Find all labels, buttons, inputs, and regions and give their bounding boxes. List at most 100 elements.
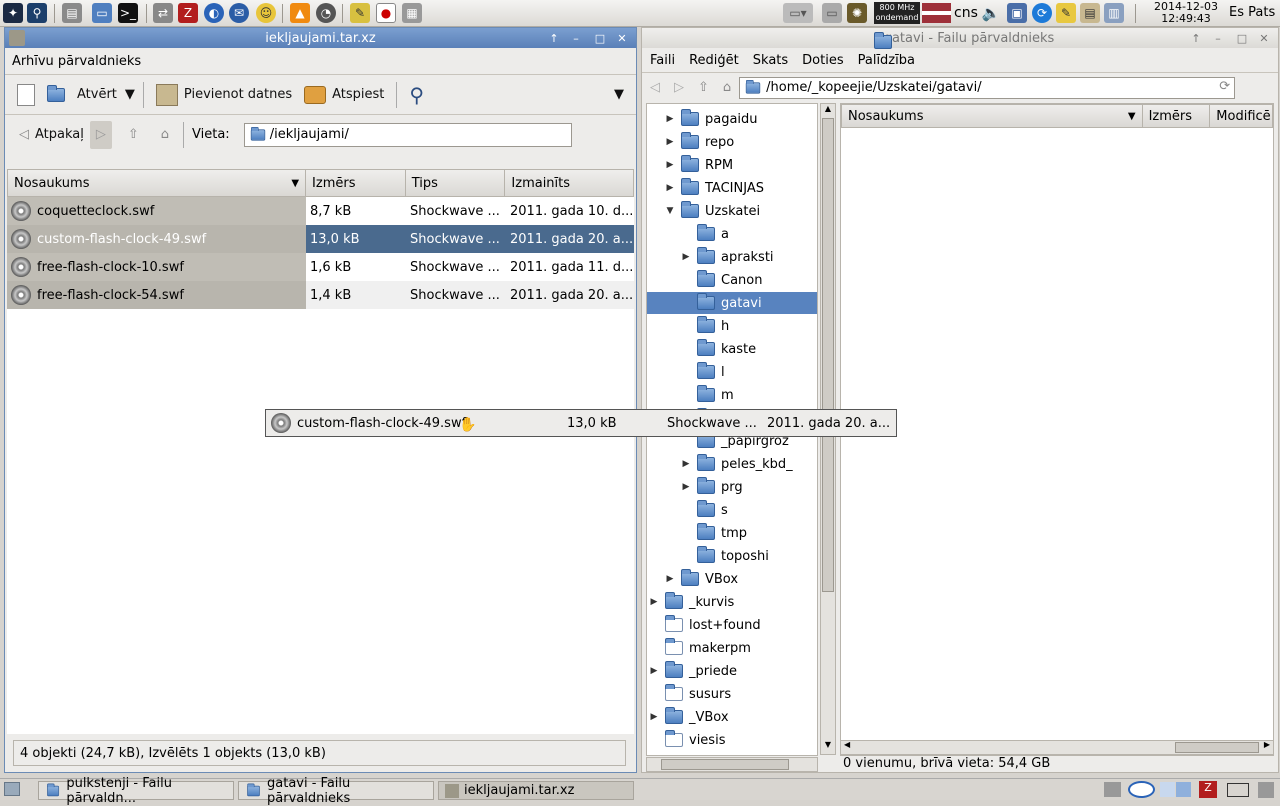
- tree-item[interactable]: l: [681, 361, 725, 383]
- column-modified[interactable]: Modificē: [1210, 105, 1272, 127]
- tree-item[interactable]: tmp: [681, 522, 747, 544]
- drive-icon[interactable]: ▭: [822, 3, 842, 23]
- calculator-icon[interactable]: ▤: [62, 3, 82, 23]
- close-icon[interactable]: ✕: [1256, 30, 1272, 46]
- scroll-right-icon[interactable]: ▶: [1264, 740, 1270, 749]
- arrow-right-icon[interactable]: ▷: [674, 80, 684, 95]
- tree-item[interactable]: s: [681, 499, 728, 521]
- column-size[interactable]: Izmērs: [306, 170, 406, 196]
- table-row[interactable]: free-flash-clock-10.swf 1,6 kB Shockwave…: [7, 253, 634, 281]
- file-pane-hscrollbar[interactable]: ◀ ▶: [840, 740, 1274, 755]
- table-row[interactable]: coquetteclock.swf 8,7 kB Shockwave ... 2…: [7, 197, 634, 225]
- app-menu-icon[interactable]: ✦: [3, 3, 23, 23]
- update-icon[interactable]: ⟳: [1032, 3, 1052, 23]
- open-button[interactable]: Atvērt: [41, 78, 123, 112]
- extract-button[interactable]: Atspiest: [298, 78, 390, 112]
- task-button[interactable]: gatavi - Failu pārvaldnieks: [238, 776, 434, 806]
- expander-collapsed-icon[interactable]: ▶: [681, 252, 691, 262]
- show-desktop-icon[interactable]: [4, 782, 20, 796]
- network-status-icon[interactable]: ▣: [1007, 3, 1027, 23]
- shade-icon[interactable]: ↑: [546, 30, 562, 46]
- scroll-left-icon[interactable]: ◀: [844, 740, 850, 749]
- tree-item[interactable]: toposhi: [681, 545, 769, 567]
- tree-item[interactable]: viesis: [649, 729, 725, 751]
- user-name[interactable]: Es Pats: [1229, 5, 1275, 20]
- column-name[interactable]: Nosaukums ▼: [842, 105, 1143, 127]
- network-icon[interactable]: ⇄: [153, 3, 173, 23]
- table-row[interactable]: free-flash-clock-54.swf 1,4 kB Shockwave…: [7, 281, 634, 309]
- column-size[interactable]: Izmērs: [1143, 105, 1211, 127]
- new-archive-button[interactable]: [11, 78, 41, 112]
- tree-item[interactable]: ▶ pagaidu: [665, 108, 758, 130]
- home-icon[interactable]: ⌂: [723, 80, 731, 95]
- minimize-icon[interactable]: –: [1210, 30, 1226, 46]
- keyboard-layout[interactable]: cns: [954, 5, 978, 21]
- scroll-up-icon[interactable]: ▲: [821, 104, 835, 118]
- tree-item[interactable]: ▼ Uzskatei: [665, 200, 760, 222]
- table-row-selected[interactable]: custom-flash-clock-49.swf 13,0 kB Shockw…: [7, 225, 634, 253]
- maximize-icon[interactable]: □: [1234, 30, 1250, 46]
- shade-icon[interactable]: ↑: [1188, 30, 1204, 46]
- tree-item[interactable]: susurs: [649, 683, 731, 705]
- clipboard-icon[interactable]: ▤: [1080, 3, 1100, 23]
- tree-item[interactable]: h: [681, 315, 729, 337]
- terminal-icon[interactable]: >_: [118, 3, 138, 23]
- tree-item[interactable]: makerpm: [649, 637, 751, 659]
- scroll-down-icon[interactable]: ▼: [821, 740, 835, 754]
- search-icon[interactable]: ⚲: [27, 3, 47, 23]
- tree-item[interactable]: ▶ TACINJAS: [665, 177, 764, 199]
- menu-files[interactable]: Faili: [650, 53, 675, 68]
- tree-item[interactable]: ▶ apraksti: [681, 246, 774, 268]
- notes-icon[interactable]: ✎: [350, 3, 370, 23]
- keyboard-flag-icon[interactable]: [922, 3, 951, 23]
- forward-button[interactable]: ▷: [89, 120, 112, 149]
- notes-applet-icon[interactable]: ✎: [1056, 3, 1076, 23]
- expander-collapsed-icon[interactable]: ▶: [649, 712, 659, 722]
- gnome-icon[interactable]: ✺: [847, 3, 867, 23]
- mail-icon[interactable]: ✉: [229, 3, 249, 23]
- messenger-icon[interactable]: ☺: [256, 3, 276, 23]
- expander-collapsed-icon[interactable]: ▶: [665, 574, 675, 584]
- volume-icon[interactable]: 🔈: [981, 3, 1001, 23]
- back-button[interactable]: ◁ Atpakaļ: [13, 118, 90, 152]
- home-button[interactable]: ⌂: [155, 118, 175, 152]
- file-pane-hscroll-thumb[interactable]: [1175, 742, 1259, 753]
- filezilla-tray-icon[interactable]: Z: [1199, 781, 1217, 798]
- menu-help[interactable]: Palīdzība: [858, 53, 915, 68]
- printer-tray-icon[interactable]: [1104, 782, 1121, 797]
- menu-view[interactable]: Skats: [753, 53, 788, 68]
- maximize-icon[interactable]: □: [592, 30, 608, 46]
- archive-app-icon[interactable]: [9, 30, 25, 46]
- menu-go[interactable]: Doties: [802, 53, 843, 68]
- tree-item[interactable]: ▶ repo: [665, 131, 734, 153]
- expander-collapsed-icon[interactable]: ▶: [665, 137, 675, 147]
- tree-item[interactable]: ▶ _VBox: [649, 706, 729, 728]
- tree-item[interactable]: m: [681, 384, 734, 406]
- task-button[interactable]: pulkstenji - Failu pārvaldn...: [38, 776, 234, 806]
- tree-scroll-thumb[interactable]: [822, 118, 834, 592]
- workspace-2-icon[interactable]: [1176, 782, 1191, 797]
- up-button[interactable]: ⇧: [122, 118, 145, 152]
- search-button[interactable]: ⚲: [403, 78, 430, 112]
- trash-icon[interactable]: [1258, 782, 1274, 798]
- tree-item[interactable]: ▶ _kurvis: [649, 591, 734, 613]
- task-button-active[interactable]: iekljaujami.tar.xz: [438, 781, 634, 800]
- window-list-icon[interactable]: [1227, 783, 1249, 797]
- media-icon[interactable]: ◔: [316, 3, 336, 23]
- tree-item[interactable]: kaste: [681, 338, 756, 360]
- folder-icon[interactable]: ▭: [92, 3, 112, 23]
- toolbar-overflow-button[interactable]: ▼: [608, 78, 630, 112]
- minimize-icon[interactable]: –: [568, 30, 584, 46]
- column-name[interactable]: Nosaukums ▼: [8, 170, 307, 196]
- expander-collapsed-icon[interactable]: ▶: [665, 114, 675, 124]
- tree-item[interactable]: ▶ RPM: [665, 154, 733, 176]
- clock[interactable]: 2014-12-03 12:49:43: [1146, 0, 1226, 25]
- printer-icon[interactable]: ▦: [402, 3, 422, 23]
- expander-collapsed-icon[interactable]: ▶: [681, 459, 691, 469]
- add-files-button[interactable]: Pievienot datnes: [150, 78, 298, 112]
- workspace-icon[interactable]: [1128, 781, 1155, 798]
- tree-item[interactable]: ▶ _priede: [649, 660, 737, 682]
- expander-collapsed-icon[interactable]: ▶: [665, 160, 675, 170]
- record-icon[interactable]: ●: [376, 3, 396, 23]
- tree-hscroll-thumb[interactable]: [661, 759, 789, 770]
